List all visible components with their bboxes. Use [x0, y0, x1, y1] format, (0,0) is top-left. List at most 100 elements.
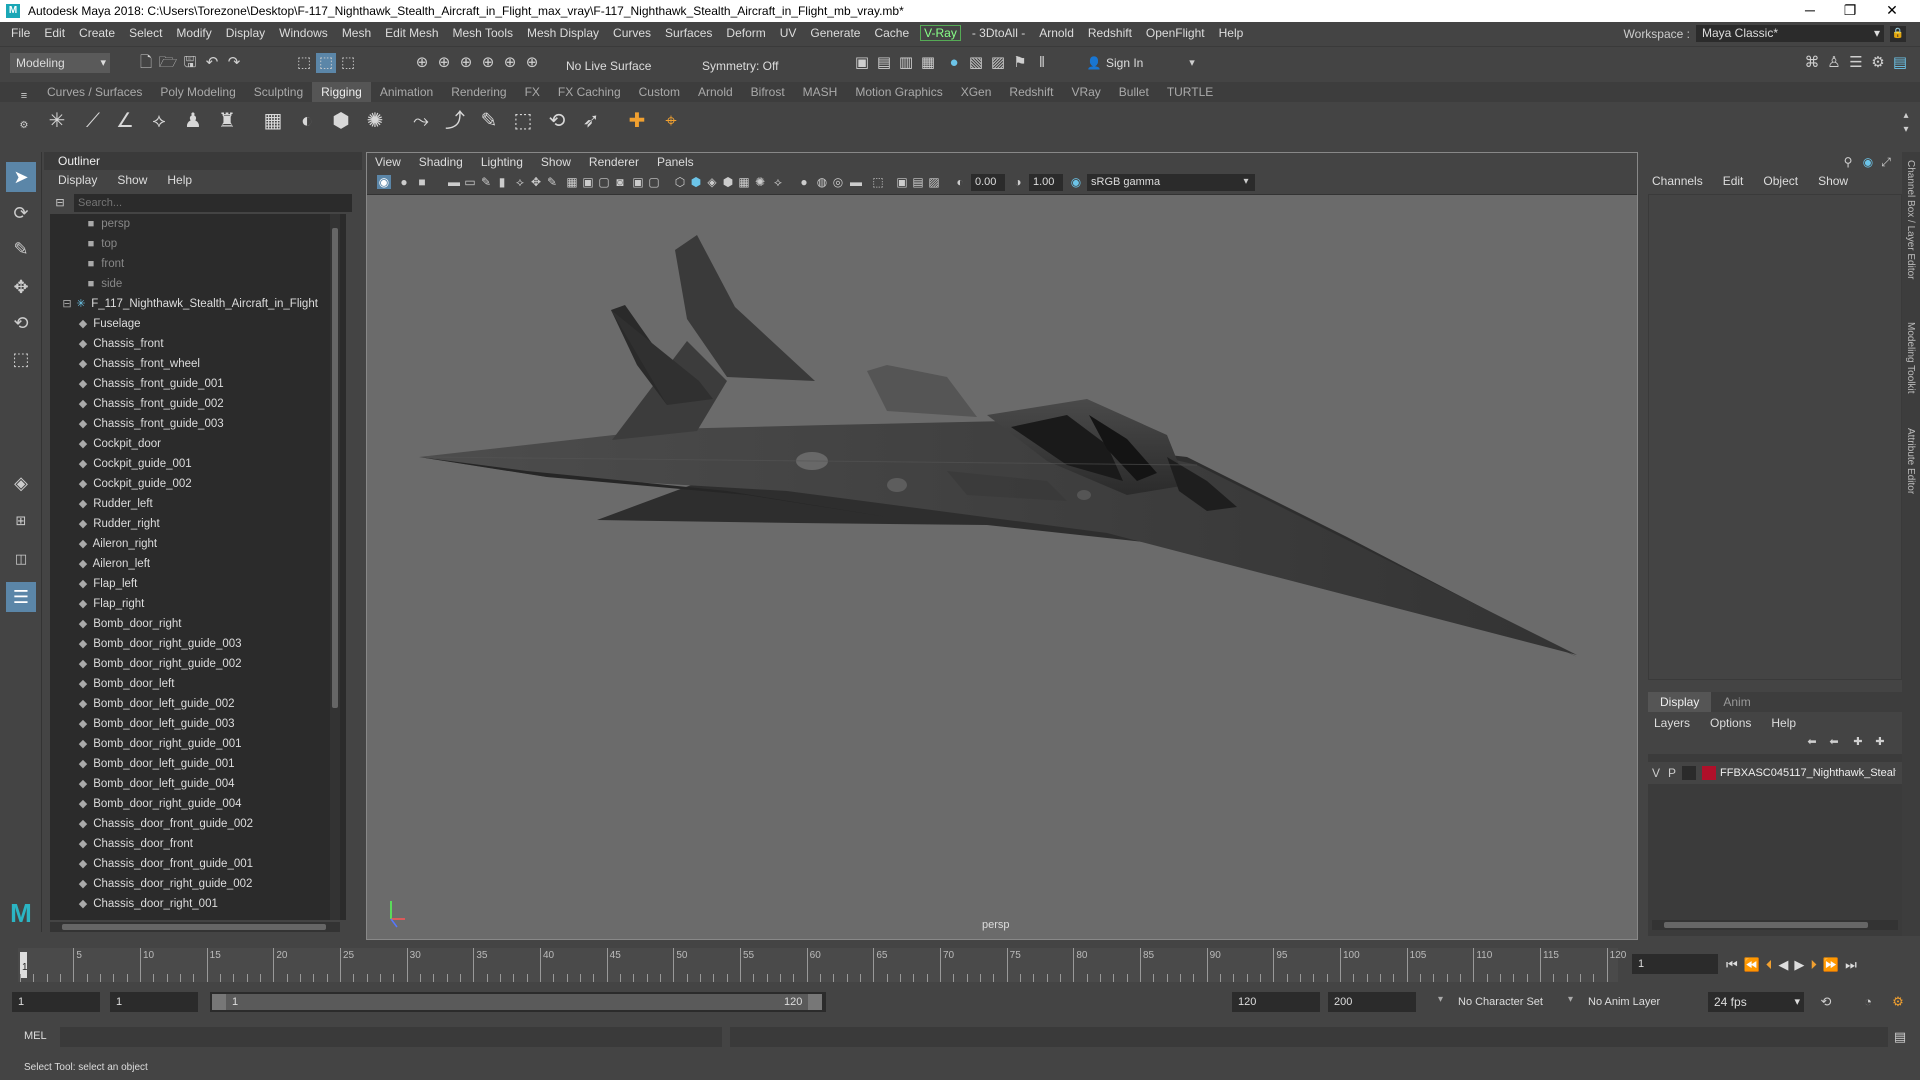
outliner-item[interactable]: ◆ Bomb_door_left_guide_003 — [50, 714, 346, 734]
shelf-tab-curves-surfaces[interactable]: Curves / Surfaces — [38, 82, 151, 102]
viewport-menu-show[interactable]: Show — [541, 155, 571, 169]
step-back-frame-icon[interactable]: ⏴ — [1766, 957, 1773, 973]
snap-view-icon[interactable]: ⊕ — [478, 53, 498, 73]
field-chart-icon[interactable]: ◙ — [613, 175, 627, 189]
scale-constraint-icon[interactable]: ⬚ — [510, 108, 536, 134]
fps-dropdown[interactable]: 24 fps — [1708, 992, 1804, 1012]
viewport-menu-shading[interactable]: Shading — [419, 155, 463, 169]
outliner-scroll-thumb[interactable] — [332, 228, 338, 708]
outliner-item[interactable]: ◆ Aileron_left — [50, 554, 346, 574]
xray-active-icon[interactable]: ▣ — [895, 175, 909, 189]
aim-constraint-icon[interactable]: ➶ — [578, 108, 604, 134]
close-button[interactable]: ✕ — [1872, 0, 1912, 22]
layer-color-swatch[interactable] — [1702, 766, 1716, 780]
ik-spline-icon[interactable]: ∠ — [112, 108, 138, 134]
menu-create[interactable]: Create — [72, 26, 122, 40]
start-time-field[interactable]: 1 — [12, 992, 100, 1012]
gamma-icon[interactable]: ◑ — [1011, 175, 1025, 189]
menu-deform[interactable]: Deform — [719, 26, 772, 40]
outliner-horizontal-scrollbar[interactable] — [50, 922, 340, 932]
outliner-item[interactable]: ◆ Bomb_door_right_guide_003 — [50, 634, 346, 654]
menu-generate[interactable]: Generate — [803, 26, 867, 40]
snap-surface-icon[interactable]: ⊕ — [500, 53, 520, 73]
layer-type-toggle[interactable] — [1682, 766, 1696, 780]
smooth-bind-icon[interactable]: ⤴ — [442, 108, 468, 134]
play-backward-icon[interactable]: ◀ — [1778, 957, 1788, 973]
loop-icon[interactable]: ⟲ — [1816, 992, 1836, 1012]
new-layer-icon[interactable]: ✚ — [1848, 732, 1868, 752]
side-tab-channel-box[interactable]: Channel Box / Layer Editor — [1905, 160, 1916, 280]
render-region-icon[interactable]: ▨ — [988, 53, 1008, 73]
new-scene-icon[interactable]: 🗋 — [136, 53, 156, 73]
gamma-field[interactable]: 1.00 — [1029, 174, 1063, 191]
outliner-camera-side[interactable]: ■ side — [50, 274, 346, 294]
film-gate-icon[interactable]: ▮ — [495, 175, 509, 189]
render-sequence-icon[interactable]: ▧ — [966, 53, 986, 73]
resolution-gate-icon[interactable]: ▣ — [581, 175, 595, 189]
ipr-render-icon[interactable]: ▥ — [896, 53, 916, 73]
layer-tab-anim[interactable]: Anim — [1711, 692, 1762, 712]
wireframe-on-shaded-icon[interactable]: ◈ — [705, 175, 719, 189]
play-forward-icon[interactable]: ▶ — [1794, 957, 1804, 973]
viewport-menu-view[interactable]: View — [375, 155, 401, 169]
menu-display[interactable]: Display — [219, 26, 272, 40]
menu-help[interactable]: Help — [1212, 26, 1251, 40]
outliner-item[interactable]: ◆ Bomb_door_left — [50, 674, 346, 694]
menu-edit[interactable]: Edit — [37, 26, 72, 40]
outliner-item[interactable]: ◆ Chassis_front_guide_002 — [50, 394, 346, 414]
viewport-menu-renderer[interactable]: Renderer — [589, 155, 639, 169]
point-constraint-icon[interactable]: ✚ — [624, 108, 650, 134]
quick-rig-icon[interactable]: ♟ — [180, 108, 206, 134]
outliner-item[interactable]: ◆ Aileron_right — [50, 534, 346, 554]
select-hierarchy-icon[interactable]: ⬚ — [294, 53, 314, 73]
menu-edit-mesh[interactable]: Edit Mesh — [378, 26, 445, 40]
shelf-tab-animation[interactable]: Animation — [371, 82, 442, 102]
channel-menu-object[interactable]: Object — [1763, 174, 1798, 188]
safe-title-icon[interactable]: ▢ — [647, 175, 661, 189]
outliner-item[interactable]: ◆ Chassis_door_front_guide_001 — [50, 854, 346, 874]
shelf-tab-rendering[interactable]: Rendering — [442, 82, 515, 102]
grid-icon[interactable]: ▦ — [565, 175, 579, 189]
outliner-menu-display[interactable]: Display — [58, 173, 97, 187]
camera-lock-icon[interactable]: ✎ — [545, 175, 559, 189]
shelf-tab-fx-caching[interactable]: FX Caching — [549, 82, 630, 102]
select-tool-icon[interactable]: ➤ — [6, 162, 36, 192]
channel-menu-show[interactable]: Show — [1818, 174, 1848, 188]
time-slider[interactable]: 1 5 10 15 20 25 30 35 40 45 50 55 60 65 70 75 80 85 90 95 1… — [0, 948, 1920, 982]
four-view-icon[interactable]: ⊞ — [6, 506, 36, 536]
render-settings-icon[interactable]: ▦ — [918, 53, 938, 73]
exposure-field[interactable]: 0.00 — [971, 174, 1005, 191]
safe-action-icon[interactable]: ▣ — [631, 175, 645, 189]
ambient-occlusion-icon[interactable]: ⟡ — [771, 175, 785, 189]
menu-set-dropdown[interactable]: Modeling — [10, 53, 110, 73]
save-scene-icon[interactable]: 🖫 — [180, 53, 200, 73]
outliner-item[interactable]: ◆ Bomb_door_right_guide_004 — [50, 794, 346, 814]
collapse-icon[interactable]: ⊟ — [60, 294, 74, 314]
move-tool-icon[interactable]: ✥ — [6, 272, 36, 302]
render-view-icon[interactable]: ▣ — [852, 53, 872, 73]
f117-aircraft[interactable] — [419, 235, 1577, 657]
minimize-button[interactable]: ─ — [1790, 0, 1830, 22]
outliner-menu-help[interactable]: Help — [167, 173, 192, 187]
outliner-item[interactable]: ◆ Bomb_door_left_guide_004 — [50, 774, 346, 794]
isolate-select-icon[interactable]: ▬ — [849, 175, 863, 189]
chevron-down-icon[interactable]: ▾ — [1438, 994, 1443, 1005]
outliner-item[interactable]: ◆ Flap_right — [50, 594, 346, 614]
camera-attributes-icon[interactable]: ● — [397, 175, 411, 189]
shelf-tab-mash[interactable]: MASH — [794, 82, 847, 102]
viewport-menu-panels[interactable]: Panels — [657, 155, 694, 169]
outliner-camera-front[interactable]: ■ front — [50, 254, 346, 274]
channel-menu-edit[interactable]: Edit — [1723, 174, 1744, 188]
move-layer-down-icon[interactable]: ⬅ — [1824, 732, 1844, 752]
outliner-hscroll-thumb[interactable] — [62, 924, 326, 930]
mirror-joint-icon[interactable]: ⟡ — [146, 108, 172, 134]
wireframe-icon[interactable]: ⬡ — [673, 175, 687, 189]
outliner-menu-show[interactable]: Show — [117, 173, 147, 187]
shelf-tab-xgen[interactable]: XGen — [952, 82, 1001, 102]
outliner-search-input[interactable] — [74, 194, 352, 212]
side-tab-attribute-editor[interactable]: Attribute Editor — [1905, 428, 1916, 494]
hypershade-icon[interactable]: ● — [944, 53, 964, 73]
step-forward-key-icon[interactable]: ⏩ — [1823, 957, 1839, 973]
outliner-item[interactable]: ◆ Bomb_door_right — [50, 614, 346, 634]
exposure-icon[interactable]: ◐ — [953, 175, 967, 189]
